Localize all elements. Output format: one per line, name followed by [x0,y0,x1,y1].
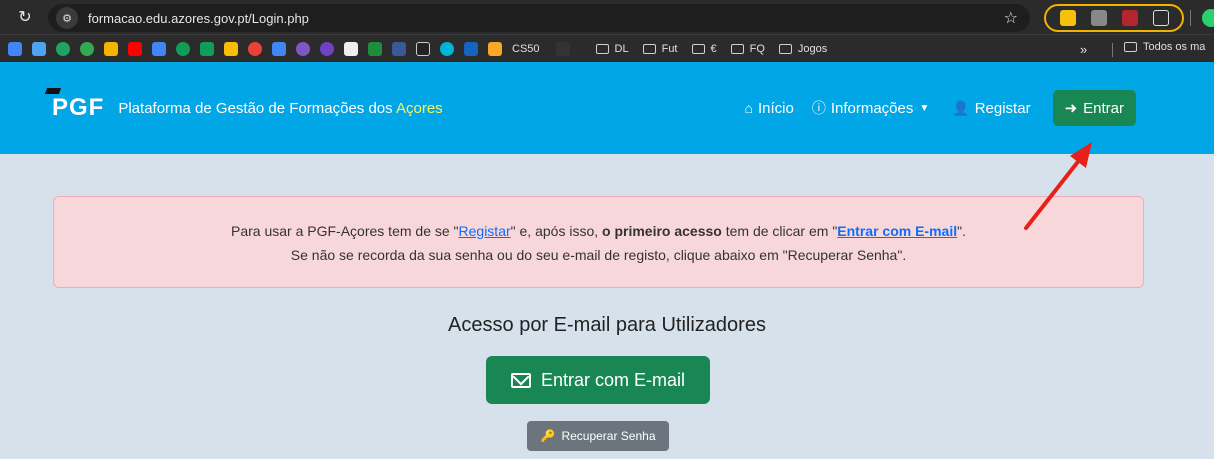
folder-icon [642,43,656,54]
address-bar[interactable]: ⚙ formacao.edu.azores.gov.pt/Login.php ☆ [48,4,1030,32]
folder-icon [778,43,792,54]
arrow-head [1070,142,1092,168]
folder-icon [1124,42,1137,52]
bookmark-star-icon[interactable]: ☆ [1004,8,1018,28]
camera-extension-icon[interactable] [1090,10,1107,26]
bookmark-classroom-icon[interactable] [272,41,286,56]
alert-line-2: Se não se recorda da sua senha ou do seu… [290,247,907,263]
caret-down-icon: ▼ [919,102,930,114]
site-title[interactable]: Plataforma de Gestão de Formações dos Aç… [118,100,442,117]
bookmark-crest-icon[interactable] [488,41,502,56]
nav-informacoes[interactable]: ⓘ Informações ▼ [812,98,934,118]
bookmark-proton-icon[interactable] [320,41,334,56]
bookmark-box-icon[interactable] [392,41,406,56]
bookmark-folder-euro[interactable]: € [691,43,717,55]
bookmarks-divider [1112,43,1113,57]
bookmark-calendar-icon[interactable] [8,41,22,56]
puzzle-icon[interactable] [1152,10,1169,26]
nav-links: ⌂ Início ⓘ Informações ▼ 👤 Registar ➜ Entrar [726,90,1136,126]
bookmark-x-icon[interactable] [416,41,430,56]
bookmark-bars-icon[interactable] [344,41,358,56]
bookmark-clock-icon[interactable] [176,41,190,56]
entrar-com-email-button[interactable]: Entrar com E-mail [486,356,710,404]
keep-extension-icon[interactable] [1059,10,1076,26]
bookmark-dark-icon[interactable] [555,41,570,56]
bookmark-photos-icon[interactable] [248,41,262,56]
bookmark-youtube-icon[interactable] [128,41,142,56]
graduation-cap-icon [44,88,62,94]
bookmark-sheets-icon[interactable] [200,41,214,56]
bookmark-circle-icon[interactable] [440,41,454,56]
bookmark-drive-icon[interactable] [224,41,238,56]
bookmark-meet-icon[interactable] [56,41,70,56]
toolbar-divider [1190,10,1191,26]
browser-toolbar: ↻ ⚙ formacao.edu.azores.gov.pt/Login.php… [0,0,1214,34]
url-text: formacao.edu.azores.gov.pt/Login.php [88,10,309,26]
bookmark-messenger-icon[interactable] [296,41,310,56]
bookmark-folder-fut[interactable]: Fut [642,43,678,55]
bookmarks-overflow-button[interactable]: » [1080,42,1087,57]
section-title: Acesso por E-mail para Utilizadores [448,314,766,336]
recuperar-senha-button[interactable]: 🔑 Recuperar Senha [527,421,669,451]
registar-link[interactable]: Registar [459,223,511,239]
bookmark-folder-fq[interactable]: FQ [730,43,765,55]
site-info-icon[interactable]: ⚙ [56,7,78,29]
folder-icon [595,43,609,54]
all-bookmarks-folder[interactable]: Todos os ma [1124,41,1205,53]
red-arrow-annotation [1024,142,1092,230]
nav-inicio[interactable]: ⌂ Início [744,100,793,117]
arrow-shaft [1024,152,1086,230]
profile-avatar[interactable] [1202,9,1214,27]
extensions-group [1044,4,1184,32]
key-icon: 🔑 [540,429,556,443]
pgf-logo[interactable]: PGF [44,88,104,122]
sign-in-icon: ➜ [1064,100,1078,117]
envelope-icon [510,372,531,388]
nav-registar[interactable]: 👤 Registar [952,100,1030,117]
entrar-email-link[interactable]: Entrar com E-mail [837,223,957,239]
bookmark-cs50[interactable]: CS50 [512,43,540,55]
bookmark-check-icon[interactable] [32,41,46,56]
bookmark-shield-icon[interactable] [368,41,382,56]
info-alert: Para usar a PGF-Açores tem de se "Regist… [53,196,1144,288]
reload-icon[interactable]: ↻ [12,4,38,30]
alert-line-1: Para usar a PGF-Açores tem de se "Regist… [231,223,966,239]
bookmark-folder-dl[interactable]: DL [595,43,629,55]
entrar-button[interactable]: ➜ Entrar [1052,90,1136,126]
user-plus-icon: 👤 [952,99,970,116]
shield-extension-icon[interactable] [1121,10,1138,26]
info-icon: ⓘ [811,100,826,116]
bookmark-chat-icon[interactable] [80,41,94,56]
folder-icon [730,43,744,54]
folder-icon [691,43,705,54]
home-icon: ⌂ [744,100,753,116]
bookmarks-bar: CS50 DL Fut € FQ Jogos » Todos os ma [0,34,1214,62]
bookmark-docs-icon[interactable] [152,41,166,56]
bookmark-u-icon[interactable] [464,41,478,56]
bookmark-folder-jogos[interactable]: Jogos [778,43,827,55]
bookmark-keep-icon[interactable] [104,41,118,56]
